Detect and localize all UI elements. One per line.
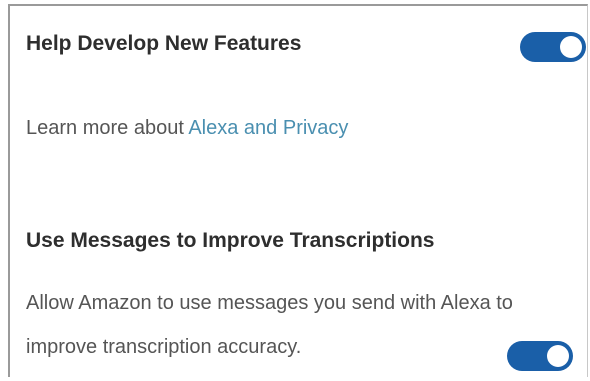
toggle-knob xyxy=(560,36,582,58)
use-messages-description-line1: Allow Amazon to use messages you send wi… xyxy=(26,292,513,314)
toggle-knob xyxy=(547,345,569,367)
use-messages-description-line2: improve transcription accuracy. xyxy=(26,336,302,358)
learn-more-text: Learn more about Alexa and Privacy xyxy=(26,118,348,138)
use-messages-title: Use Messages to Improve Transcriptions xyxy=(26,229,435,252)
alexa-privacy-link[interactable]: Alexa and Privacy xyxy=(188,117,348,139)
settings-panel: Help Develop New Features Learn more abo… xyxy=(8,4,588,377)
learn-more-prefix: Learn more about xyxy=(26,117,189,139)
help-develop-toggle[interactable] xyxy=(520,32,586,62)
help-develop-title: Help Develop New Features xyxy=(26,32,302,55)
use-messages-toggle[interactable] xyxy=(507,341,573,371)
